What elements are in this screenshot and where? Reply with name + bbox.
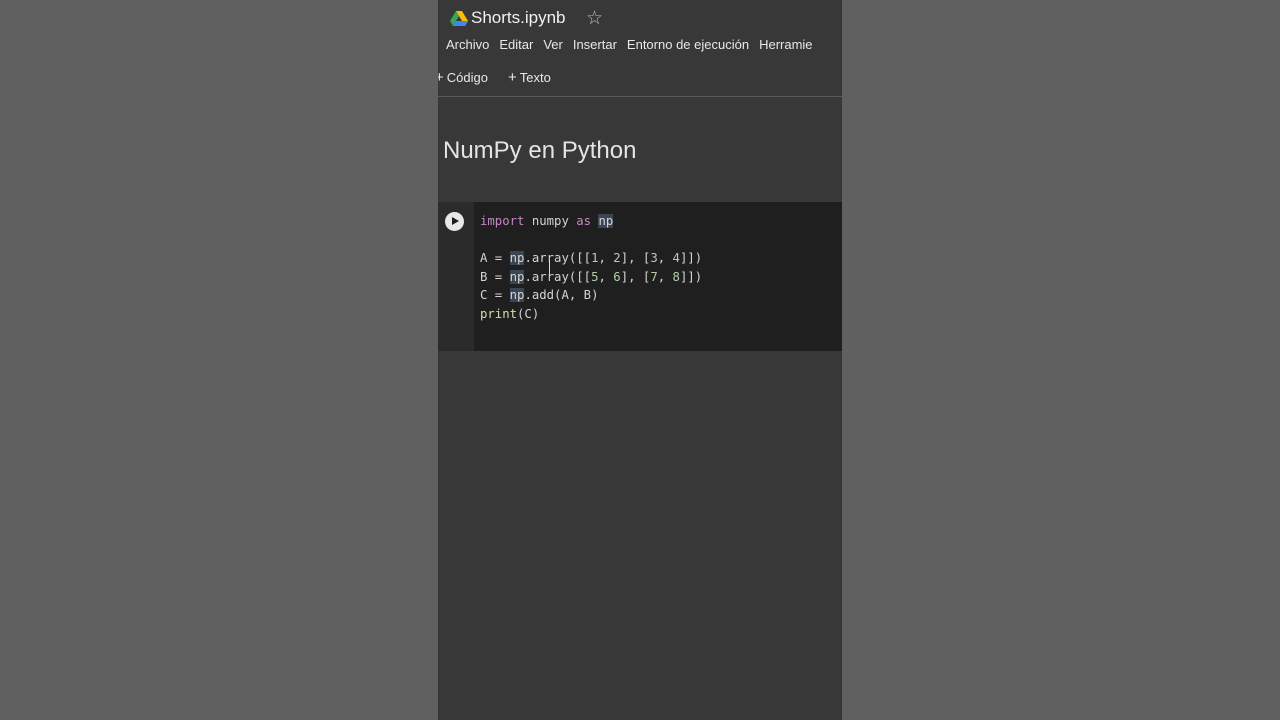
code-cell[interactable]: import numpy as np A = np.array([[1, 2],… xyxy=(438,202,842,351)
menu-bar: Archivo Editar Ver Insertar Entorno de ejecu… xyxy=(446,37,823,52)
notebook-empty-area xyxy=(438,351,842,720)
code-editor[interactable]: import numpy as np A = np.array([[1, 2],… xyxy=(480,212,702,324)
add-text-button[interactable]: + Texto xyxy=(508,69,551,86)
menu-ver[interactable]: Ver xyxy=(543,37,563,52)
menu-insertar[interactable]: Insertar xyxy=(573,37,617,52)
blurred-background-right xyxy=(842,0,1280,720)
notebook-heading: NumPy en Python xyxy=(443,137,637,164)
add-code-label: Código xyxy=(446,70,488,85)
notebook-title[interactable]: Shorts.ipynb xyxy=(471,8,566,28)
add-code-button[interactable]: + Código xyxy=(438,69,488,86)
blurred-background-left xyxy=(0,0,438,720)
code-line-1: import numpy as np xyxy=(480,214,614,228)
add-text-label: Texto xyxy=(519,70,551,85)
menu-entorno[interactable]: Entorno de ejecución xyxy=(627,37,749,52)
header: Shorts.ipynb ☆ Archivo Editar Ver Insertar E… xyxy=(438,0,842,97)
code-line-6: print(C) xyxy=(480,306,540,321)
menu-archivo[interactable]: Archivo xyxy=(446,37,489,52)
plus-icon: + xyxy=(508,69,517,86)
menu-herramientas[interactable]: Herramie xyxy=(759,37,812,52)
keyword-as: as xyxy=(576,214,592,228)
plus-icon: + xyxy=(438,69,444,86)
colab-notebook-window: Shorts.ipynb ☆ Archivo Editar Ver Insertar E… xyxy=(438,0,842,720)
code-line-3: A = np.array([[1, 2], [3, 4]]) xyxy=(480,251,703,266)
menu-editar[interactable]: Editar xyxy=(499,37,533,52)
keyword-import: import xyxy=(480,214,525,228)
highlighted-np: np xyxy=(598,214,614,228)
text-cursor xyxy=(549,260,550,276)
cell-gutter xyxy=(438,202,474,351)
code-line-5: C = np.add(A, B) xyxy=(480,288,599,303)
drive-icon xyxy=(450,11,468,26)
star-icon[interactable]: ☆ xyxy=(586,7,603,30)
code-line-4: B = np.array([[5, 6], [7, 8]]) xyxy=(480,269,703,284)
text-cell[interactable]: NumPy en Python xyxy=(438,97,842,201)
run-cell-button[interactable] xyxy=(445,212,464,231)
